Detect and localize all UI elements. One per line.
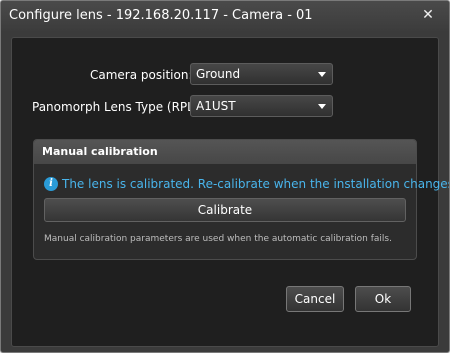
calibration-status: i The lens is calibrated. Re-calibrate wh… <box>44 173 450 191</box>
lens-type-value: A1UST <box>196 99 236 113</box>
camera-position-value: Ground <box>196 67 241 81</box>
calibration-help-text: Manual calibration parameters are used w… <box>44 234 392 244</box>
info-icon: i <box>44 176 58 191</box>
title-bar[interactable]: Configure lens - 192.168.20.117 - Camera… <box>1 1 449 31</box>
manual-calibration-group: Manual calibration i The lens is calibrat… <box>33 139 449 260</box>
configure-lens-dialog: Configure lens - 192.168.20.117 - Camera… <box>0 0 450 353</box>
manual-calibration-header: Manual calibration <box>34 140 416 164</box>
calibration-status-text: The lens is calibrated. Re-calibrate whe… <box>62 176 450 191</box>
lens-type-label: Panomorph Lens Type (RPL): <box>32 100 203 114</box>
chevron-down-icon <box>318 72 326 77</box>
calibrate-button[interactable]: Calibrate <box>44 198 406 222</box>
camera-position-label: Camera position: <box>90 68 193 82</box>
window-title: Configure lens - 192.168.20.117 - Camera… <box>9 8 313 23</box>
ok-button[interactable]: Ok <box>355 286 411 312</box>
close-icon[interactable]: ✕ <box>417 5 439 25</box>
cancel-button[interactable]: Cancel <box>286 286 344 312</box>
manual-calibration-title: Manual calibration <box>42 145 158 158</box>
lens-type-dropdown[interactable]: A1UST <box>190 95 333 117</box>
dialog-content: Camera position: Ground Panomorph Lens T… <box>11 37 449 347</box>
chevron-down-icon <box>318 104 326 109</box>
camera-position-dropdown[interactable]: Ground <box>190 63 333 85</box>
